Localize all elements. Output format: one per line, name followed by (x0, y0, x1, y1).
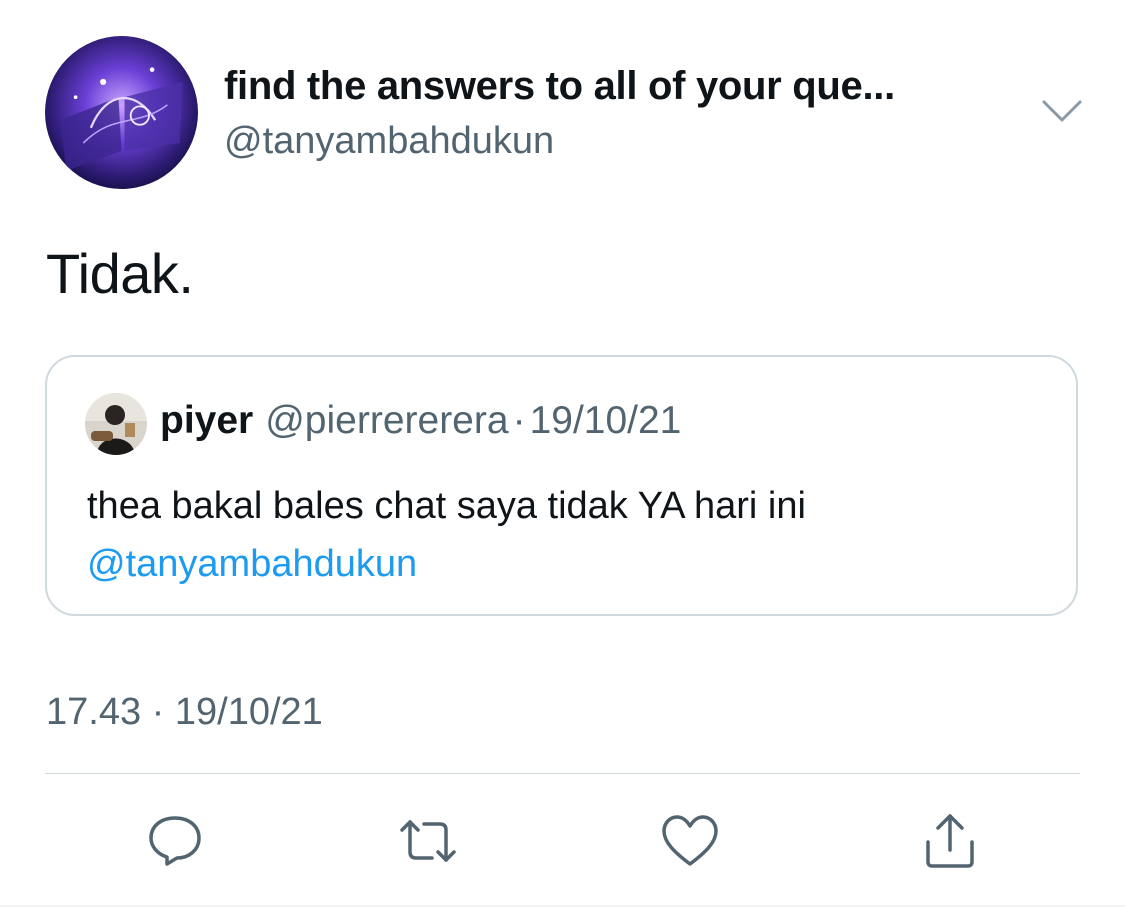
quoted-text: thea bakal bales chat saya tidak YA hari… (87, 485, 806, 527)
quoted-author-name[interactable]: piyer (160, 399, 253, 442)
quoted-tweet-card[interactable]: piyer @pierrererera · 19/10/21 thea bakal b… (45, 355, 1078, 616)
reply-button[interactable] (145, 812, 205, 870)
share-icon (926, 814, 974, 868)
quoted-date: 19/10/21 (529, 399, 682, 442)
author-handle[interactable]: @tanyambahdukun (224, 120, 554, 163)
retweet-button[interactable] (398, 812, 458, 870)
tweet-timestamp: 17.43 · 19/10/21 (46, 691, 323, 734)
quoted-header: piyer @pierrererera · 19/10/21 (160, 399, 681, 443)
tweet-date: 19/10/21 (174, 691, 323, 733)
quoted-separator: · (512, 399, 526, 442)
author-avatar[interactable] (45, 36, 198, 189)
quoted-mention-link[interactable]: @tanyambahdukun (87, 535, 806, 593)
share-button[interactable] (920, 812, 980, 870)
tweet-text: Tidak. (46, 242, 194, 305)
author-display-name[interactable]: find the answers to all of your que... (224, 64, 895, 109)
retweet-icon (400, 820, 456, 862)
tweet-time: 17.43 (46, 691, 142, 733)
like-icon (662, 815, 718, 866)
meta-separator: · (151, 691, 165, 733)
like-button[interactable] (660, 812, 720, 870)
chevron-down-icon[interactable] (1040, 96, 1084, 126)
divider (45, 773, 1080, 774)
person-photo-avatar-image (85, 393, 147, 455)
quoted-text-block: thea bakal bales chat saya tidak YA hari… (87, 477, 806, 593)
quoted-author-avatar[interactable] (85, 393, 147, 455)
magic-book-avatar-image (45, 36, 198, 189)
quoted-author-handle[interactable]: @pierrererera (265, 399, 508, 442)
reply-icon (149, 816, 201, 866)
